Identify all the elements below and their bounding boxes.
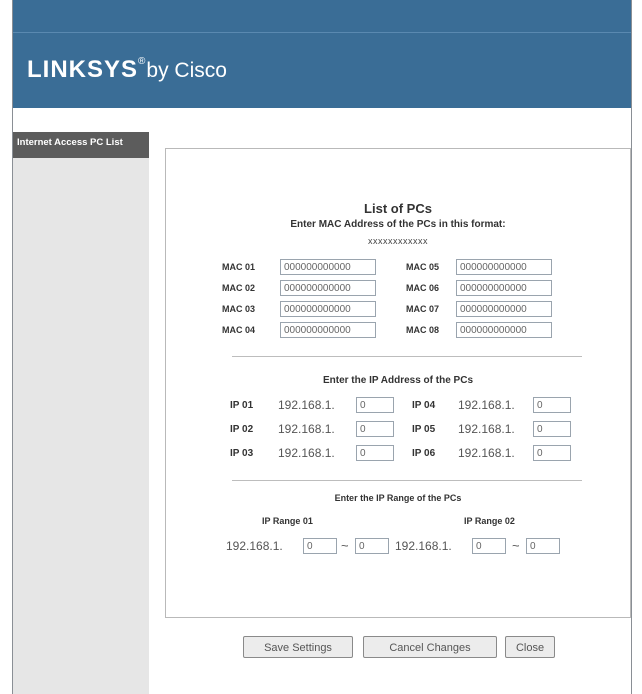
- cancel-changes-button[interactable]: Cancel Changes: [363, 636, 497, 658]
- ip-06-label: IP 06: [412, 448, 436, 459]
- range-02-separator: ~: [512, 538, 520, 553]
- range-02-prefix: 192.168.1.: [395, 539, 452, 553]
- ip-03-label: IP 03: [230, 448, 254, 459]
- ip-01-label: IP 01: [230, 400, 254, 411]
- range-02-end-input[interactable]: [526, 538, 560, 554]
- app-frame: LINKSYS®by Cisco Internet Access PC List…: [12, 0, 632, 694]
- section-divider: [232, 356, 582, 357]
- brand-name: LINKSYS: [27, 56, 139, 83]
- ip-instruction: Enter the IP Address of the PCs: [322, 375, 474, 386]
- sidebar-heading: Internet Access PC List: [13, 132, 149, 158]
- ip-05-input[interactable]: [533, 421, 571, 437]
- ip-03-input[interactable]: [356, 445, 394, 461]
- range-01-end-input[interactable]: [355, 538, 389, 554]
- close-button[interactable]: Close: [505, 636, 555, 658]
- mac-04-input[interactable]: [280, 322, 376, 338]
- linksys-logo: LINKSYS®by Cisco: [27, 56, 227, 84]
- pc-list-panel: List of PCs Enter MAC Address of the PCs…: [165, 148, 631, 618]
- ip-03-prefix: 192.168.1.: [278, 446, 335, 460]
- mac-06-input[interactable]: [456, 280, 552, 296]
- header-divider: [13, 32, 631, 33]
- mac-07-input[interactable]: [456, 301, 552, 317]
- header-banner: LINKSYS®by Cisco: [13, 0, 631, 108]
- section-divider: [232, 480, 582, 481]
- ip-02-input[interactable]: [356, 421, 394, 437]
- mac-04-label: MAC 04: [222, 325, 256, 335]
- range-01-label: IP Range 01: [262, 516, 313, 526]
- ip-06-prefix: 192.168.1.: [458, 446, 515, 460]
- brand-suffix: by Cisco: [146, 59, 227, 82]
- mac-02-label: MAC 02: [222, 283, 256, 293]
- mac-02-input[interactable]: [280, 280, 376, 296]
- mac-01-input[interactable]: [280, 259, 376, 275]
- mac-07-label: MAC 07: [406, 304, 440, 314]
- ip-01-input[interactable]: [356, 397, 394, 413]
- ip-05-prefix: 192.168.1.: [458, 422, 515, 436]
- range-01-start-input[interactable]: [303, 538, 337, 554]
- mac-format-hint: xxxxxxxxxxxx: [368, 236, 428, 246]
- ip-01-prefix: 192.168.1.: [278, 398, 335, 412]
- mac-01-label: MAC 01: [222, 262, 256, 272]
- mac-03-input[interactable]: [280, 301, 376, 317]
- range-instruction: Enter the IP Range of the PCs: [334, 493, 462, 503]
- ip-02-label: IP 02: [230, 424, 254, 435]
- range-01-prefix: 192.168.1.: [226, 539, 283, 553]
- ip-04-label: IP 04: [412, 400, 436, 411]
- ip-04-prefix: 192.168.1.: [458, 398, 515, 412]
- save-settings-button[interactable]: Save Settings: [243, 636, 353, 658]
- mac-instruction: Enter MAC Address of the PCs in this for…: [290, 219, 506, 230]
- ip-02-prefix: 192.168.1.: [278, 422, 335, 436]
- mac-03-label: MAC 03: [222, 304, 256, 314]
- mac-06-label: MAC 06: [406, 283, 440, 293]
- mac-08-label: MAC 08: [406, 325, 440, 335]
- range-01-separator: ~: [341, 538, 349, 553]
- range-02-start-input[interactable]: [472, 538, 506, 554]
- mac-05-input[interactable]: [456, 259, 552, 275]
- mac-05-label: MAC 05: [406, 262, 440, 272]
- mac-08-input[interactable]: [456, 322, 552, 338]
- range-02-label: IP Range 02: [464, 516, 515, 526]
- ip-06-input[interactable]: [533, 445, 571, 461]
- sidebar: [13, 132, 149, 694]
- ip-05-label: IP 05: [412, 424, 436, 435]
- form-title: List of PCs: [364, 201, 432, 216]
- ip-04-input[interactable]: [533, 397, 571, 413]
